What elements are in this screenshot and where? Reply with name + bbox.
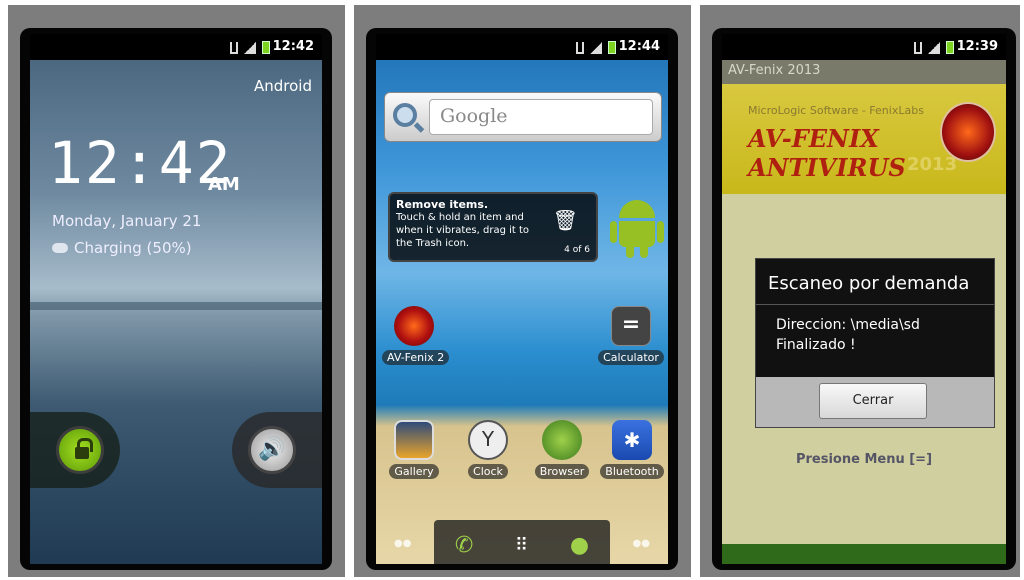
- gallery-icon[interactable]: [394, 420, 434, 460]
- tip-counter: 4 of 6: [564, 245, 590, 255]
- horizon: [30, 302, 322, 310]
- lock-ampm: AM: [208, 174, 240, 195]
- dock: ✆ ⠿ ●: [434, 520, 610, 564]
- usb-icon: [914, 42, 922, 54]
- battery-icon: [946, 41, 954, 54]
- lock-screen: 12:42 Android 12:42 AM Monday, January 2…: [30, 34, 322, 564]
- app-clock[interactable]: Y Clock: [460, 420, 516, 479]
- phone-3: 12:39 AV-Fenix 2013 MicroLogic Software …: [712, 28, 1016, 570]
- usb-icon: [576, 42, 584, 54]
- dialog-line-path: Direccion: \media\sd: [776, 317, 920, 333]
- page-indicator-left[interactable]: ●●: [394, 538, 411, 549]
- search-input[interactable]: Google: [429, 99, 653, 135]
- charging-icon: [52, 243, 68, 253]
- usb-icon: [230, 42, 238, 54]
- speaker-icon[interactable]: 🔊: [248, 426, 296, 474]
- carrier-label: Android: [254, 77, 312, 95]
- antivirus-screen: 12:39 AV-Fenix 2013 MicroLogic Software …: [722, 34, 1006, 564]
- signal-icon: [244, 42, 256, 54]
- unlock-slider[interactable]: [30, 412, 120, 488]
- battery-icon: [608, 41, 616, 54]
- dialog-message: Direccion: \media\sd Finalizado !: [756, 305, 994, 365]
- bluetooth-icon[interactable]: ✱: [612, 420, 652, 460]
- status-bar: 12:44: [376, 34, 668, 60]
- phone-1: 12:42 Android 12:42 AM Monday, January 2…: [20, 28, 332, 570]
- app-bluetooth[interactable]: ✱ Bluetooth: [598, 420, 666, 479]
- signal-icon: [590, 42, 602, 54]
- app-label: Calculator: [598, 350, 664, 365]
- clock-icon[interactable]: Y: [468, 420, 508, 460]
- status-bar: 12:39: [722, 34, 1006, 60]
- menu-hint: Presione Menu [=]: [795, 452, 933, 467]
- app-calculator[interactable]: = Calculator: [598, 306, 664, 365]
- banner-company: MicroLogic Software - FenixLabs: [748, 104, 924, 117]
- close-button[interactable]: Cerrar: [819, 383, 927, 419]
- app-avfenix[interactable]: AV-Fenix 2: [382, 306, 450, 365]
- app-label: Clock: [468, 464, 508, 479]
- home-screen: 12:44 Google Remove items. Touch & hold …: [376, 34, 668, 564]
- lock-clock: 12:42: [48, 129, 233, 197]
- app-title-bar: AV-Fenix 2013: [722, 60, 1006, 84]
- dialog-line-status: Finalizado !: [776, 337, 856, 353]
- app-label: Browser: [534, 464, 590, 479]
- android-robot-icon: [610, 200, 664, 258]
- status-time: 12:44: [618, 39, 660, 54]
- calculator-icon[interactable]: =: [611, 306, 651, 346]
- unlock-icon[interactable]: [56, 426, 104, 474]
- google-search-widget[interactable]: Google: [384, 92, 662, 142]
- app-gallery[interactable]: Gallery: [386, 420, 442, 479]
- phone-2: 12:44 Google Remove items. Touch & hold …: [366, 28, 678, 570]
- bottom-strip: [722, 544, 1006, 564]
- status-time: 12:39: [956, 39, 998, 54]
- app-label: Bluetooth: [600, 464, 664, 479]
- avfenix-icon[interactable]: [394, 306, 434, 346]
- app-browser[interactable]: Browser: [532, 420, 592, 479]
- browser-icon[interactable]: [542, 420, 582, 460]
- scan-dialog: Escaneo por demanda Direccion: \media\sd…: [755, 258, 995, 428]
- status-time: 12:42: [272, 39, 314, 54]
- remove-items-tip: Remove items. Touch & hold an item and w…: [388, 192, 598, 262]
- app-drawer-icon[interactable]: ⠿: [515, 535, 528, 556]
- charging-status: Charging (50%): [52, 239, 192, 257]
- dialog-button-bar: Cerrar: [756, 377, 994, 427]
- tip-body: Touch & hold an item and when it vibrate…: [396, 212, 530, 249]
- browser-dock-icon[interactable]: ●: [570, 533, 589, 558]
- charging-text: Charging (50%): [74, 239, 192, 257]
- lock-date: Monday, January 21: [52, 212, 202, 230]
- sound-slider[interactable]: 🔊: [232, 412, 322, 488]
- status-bar: 12:42: [30, 34, 322, 60]
- banner-year: 2013: [907, 154, 958, 175]
- app-banner: MicroLogic Software - FenixLabs AV-FENIX…: [722, 84, 1006, 194]
- search-icon[interactable]: [393, 103, 417, 127]
- trash-icon: 🗑: [552, 208, 578, 232]
- signal-icon: [928, 42, 940, 54]
- phone-icon[interactable]: ✆: [455, 533, 473, 558]
- app-label: Gallery: [389, 464, 439, 479]
- fenix-logo-icon: [940, 102, 996, 162]
- battery-icon: [262, 41, 270, 54]
- app-label: AV-Fenix 2: [382, 350, 450, 365]
- page-indicator-right[interactable]: ●●: [633, 538, 650, 549]
- dialog-title: Escaneo por demanda: [756, 259, 994, 305]
